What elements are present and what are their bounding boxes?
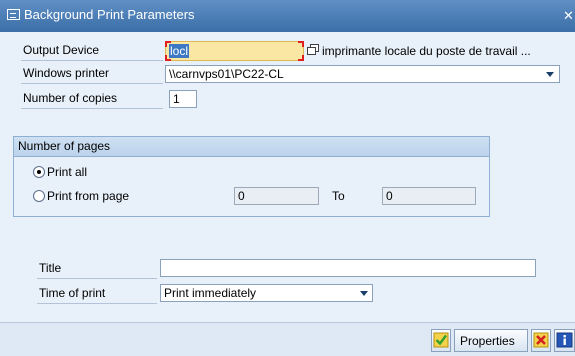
chevron-down-icon <box>360 291 368 296</box>
from-page-input[interactable]: 0 <box>234 187 319 205</box>
to-page-label: To <box>332 189 345 203</box>
cancel-button[interactable] <box>531 329 551 352</box>
output-device-label: Output Device <box>21 41 163 61</box>
window-title: Background Print Parameters <box>24 7 195 22</box>
window-title-bar: Background Print Parameters ✕ <box>0 0 575 32</box>
info-icon <box>556 332 573 348</box>
dialog-window-icon <box>7 9 20 20</box>
windows-printer-label: Windows printer <box>21 64 163 84</box>
number-of-pages-group: Number of pages Print all Print from pag… <box>13 136 490 217</box>
time-of-print-value: Print immediately <box>164 286 257 300</box>
title-input[interactable] <box>160 259 536 277</box>
print-from-page-radio[interactable] <box>33 190 45 202</box>
number-of-pages-heading: Number of pages <box>14 137 489 157</box>
windows-printer-value: \\carnvps01\PC22-CL <box>169 67 284 81</box>
dialog-footer-toolbar: Properties <box>0 322 575 356</box>
checkmark-icon <box>433 332 449 348</box>
title-label: Title <box>37 259 157 279</box>
output-device-value: locl <box>169 44 190 58</box>
output-device-field[interactable]: locl <box>165 41 304 61</box>
properties-button[interactable]: Properties <box>454 329 528 352</box>
print-all-label[interactable]: Print all <box>47 165 87 179</box>
continue-button[interactable] <box>431 329 451 352</box>
copies-input[interactable]: 1 <box>169 90 197 108</box>
info-button[interactable] <box>554 329 575 352</box>
value-help-icon[interactable] <box>307 44 320 56</box>
time-of-print-dropdown[interactable]: Print immediately <box>160 284 373 302</box>
output-device-description: imprimante locale du poste de travail ..… <box>322 44 531 58</box>
field-focus-corner <box>298 41 304 47</box>
properties-button-label: Properties <box>460 334 515 348</box>
close-window-button[interactable]: ✕ <box>558 4 575 26</box>
field-focus-corner <box>165 55 171 61</box>
print-all-radio[interactable] <box>33 166 45 178</box>
field-focus-corner <box>298 55 304 61</box>
print-from-page-label[interactable]: Print from page <box>47 189 129 203</box>
copies-label: Number of copies <box>21 89 163 109</box>
chevron-down-icon <box>546 72 554 77</box>
close-icon: ✕ <box>563 8 574 23</box>
cancel-x-icon <box>533 332 549 348</box>
dialog-content: Output Device locl imprimante locale du … <box>0 32 575 322</box>
to-page-input[interactable]: 0 <box>382 187 476 205</box>
windows-printer-dropdown[interactable]: \\carnvps01\PC22-CL <box>165 65 560 83</box>
time-of-print-label: Time of print <box>37 284 157 304</box>
field-focus-corner <box>165 41 171 47</box>
